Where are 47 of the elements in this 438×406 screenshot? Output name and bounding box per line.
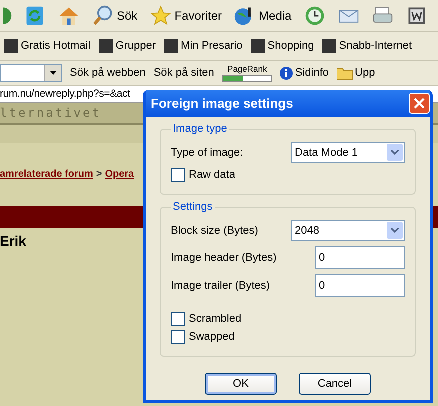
favorites-button[interactable]: Favoriter <box>146 2 226 28</box>
favorites-link[interactable]: Gratis Hotmail <box>4 39 91 53</box>
media-button[interactable]: Media <box>231 2 295 28</box>
image-type-select[interactable]: Data Mode 1 <box>291 142 405 163</box>
dialog-button[interactable]: Cancel <box>299 373 371 395</box>
favorites-link[interactable]: Shopping <box>250 39 314 53</box>
search-button[interactable]: Sök <box>89 2 141 28</box>
close-icon <box>414 98 425 109</box>
clock-icon <box>304 4 326 26</box>
breadcrumb-link[interactable]: amrelaterade forum <box>0 169 94 180</box>
breadcrumb-link[interactable]: Opera <box>105 169 134 180</box>
breadcrumb-separator: > <box>96 169 102 180</box>
caret-icon <box>50 71 56 75</box>
group-label: Settings <box>172 201 214 213</box>
pagerank-label: PageRank <box>228 64 268 74</box>
checkbox[interactable]: Raw data <box>171 168 405 182</box>
close-button[interactable] <box>409 93 430 114</box>
up-button[interactable]: Upp <box>337 66 376 80</box>
favorites-link[interactable]: Min Presario <box>164 39 243 53</box>
caret-icon <box>391 228 399 233</box>
favorites-link[interactable]: Snabb-Internet <box>322 39 412 53</box>
author-name: Erik <box>0 233 28 249</box>
folder-icon <box>337 66 354 80</box>
input-field[interactable]: 0 <box>315 274 405 297</box>
dialog-button[interactable]: OK <box>205 373 277 395</box>
search-icon <box>92 4 114 26</box>
search-dropdown[interactable] <box>0 64 62 82</box>
search-web-button[interactable]: Sök på webben <box>70 67 146 79</box>
favorites-link[interactable]: Grupper <box>98 39 156 53</box>
dialog-title: Foreign image settings <box>151 96 294 111</box>
search-site-button[interactable]: Sök på siten <box>154 67 214 79</box>
site-logo: lternativet <box>0 106 102 120</box>
input-field[interactable]: 0 <box>315 246 405 269</box>
group-label: Image type <box>172 123 228 135</box>
pagerank-bar <box>222 74 272 82</box>
field-label: Image trailer (Bytes) <box>171 280 270 292</box>
field-label: Type of image: <box>171 146 244 158</box>
checkbox[interactable]: Scrambled <box>171 312 405 326</box>
star-icon <box>150 4 172 26</box>
block-size-select[interactable]: 2048 <box>291 220 405 241</box>
field-label: Image header (Bytes) <box>171 252 277 264</box>
caret-icon <box>391 150 399 155</box>
info-icon <box>280 66 294 80</box>
page-info-button[interactable]: Sidinfo <box>280 66 330 80</box>
refresh-icon <box>24 4 46 26</box>
checkbox[interactable]: Swapped <box>171 330 405 344</box>
field-label: Block size (Bytes) <box>171 224 258 236</box>
